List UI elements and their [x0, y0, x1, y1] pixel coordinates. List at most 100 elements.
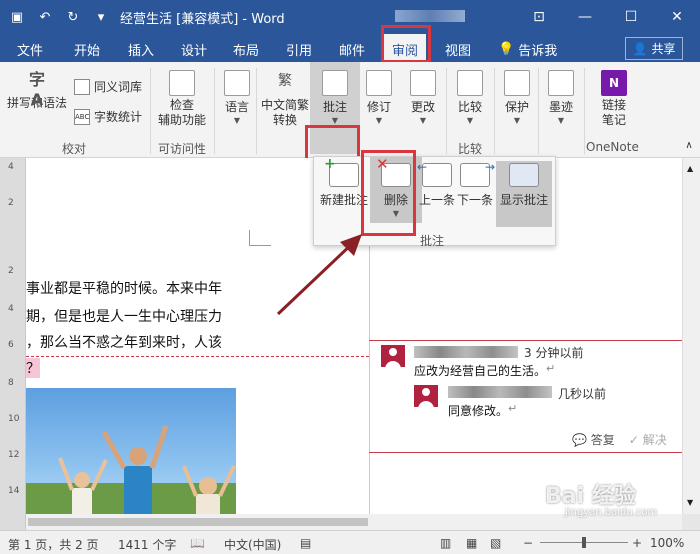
comments-label: 批注: [322, 100, 347, 114]
compare-button[interactable]: 比较 ▼: [454, 70, 486, 125]
group-separator: [538, 68, 539, 154]
delete-comment-icon: ✕: [376, 155, 411, 187]
chinese-conversion-icon: 繁: [278, 73, 292, 89]
group-label-compare: 比较: [458, 142, 483, 156]
collapse-ribbon-icon[interactable]: ∧: [682, 140, 696, 151]
word-count-button[interactable]: ABC 字数统计: [74, 108, 142, 125]
show-comments-label: 显示批注: [499, 193, 548, 207]
status-bar: 第 1 页，共 2 页 1411 个字 📖 中文(中国) ▤ ▥ ▦ ▧ − +…: [0, 530, 700, 554]
customize-icon[interactable]: ▾: [92, 8, 110, 26]
web-layout-icon[interactable]: ▧: [490, 536, 501, 550]
protect-button[interactable]: 保护 ▼: [502, 70, 532, 125]
comment-text[interactable]: 同意修改。: [448, 402, 508, 419]
zoom-level[interactable]: 100%: [650, 536, 684, 550]
redo-icon[interactable]: ↻: [64, 8, 82, 26]
page-count[interactable]: 第 1 页，共 2 页: [8, 536, 99, 553]
print-layout-icon[interactable]: ▦: [466, 536, 477, 550]
comment-actions: 💬 答复 ✓ 解决: [572, 431, 667, 448]
tell-me-label: 告诉我: [518, 44, 558, 59]
minimize-icon[interactable]: —: [562, 0, 608, 34]
changes-button[interactable]: 更改 ▼: [408, 70, 438, 125]
document-line-commented: ？: [26, 358, 40, 378]
title-bar: ▣ ↶ ↻ ▾ 经营生活 [兼容模式] - Word ⊡ — ☐ ✕: [0, 0, 700, 34]
document-photo[interactable]: [26, 388, 236, 514]
tab-layout[interactable]: 布局: [233, 40, 259, 59]
zoom-in-icon[interactable]: +: [632, 536, 642, 550]
tab-review[interactable]: 审阅: [384, 34, 427, 62]
tab-references[interactable]: 引用: [286, 40, 312, 59]
read-mode-icon[interactable]: ▥: [440, 536, 451, 550]
comments-button[interactable]: 批注 ▼: [310, 62, 360, 154]
chinese-conversion-button[interactable]: 繁 中文简繁 转换: [258, 70, 312, 128]
quick-access-toolbar: ▣ ↶ ↻ ▾: [8, 8, 110, 26]
word-count[interactable]: 1411 个字: [118, 536, 176, 553]
macro-icon[interactable]: ▤: [300, 536, 311, 550]
show-comments-button[interactable]: 显示批注: [496, 161, 552, 227]
resolve-button[interactable]: ✓ 解决: [629, 431, 667, 448]
close-icon[interactable]: ✕: [654, 0, 700, 34]
word-count-icon: ABC: [74, 108, 90, 125]
scroll-down-icon[interactable]: ▼: [687, 498, 693, 507]
language-status[interactable]: 中文(中国): [224, 536, 281, 553]
delete-comment-label: 删除: [383, 193, 408, 207]
maximize-icon[interactable]: ☐: [608, 0, 654, 34]
document-line: ，那么当不惑之年到来时，人该: [26, 335, 222, 351]
tab-mailings[interactable]: 邮件: [339, 40, 365, 59]
delete-comment-button[interactable]: ✕ 删除 ▼: [370, 155, 422, 223]
tab-view[interactable]: 视图: [445, 40, 471, 59]
comment-time: 3 分钟以前: [524, 346, 584, 360]
paragraph-mark-icon: ↵: [546, 362, 556, 375]
chevron-down-icon: ▼: [513, 116, 521, 125]
share-button[interactable]: 👤 共享: [625, 37, 683, 60]
group-separator: [584, 68, 585, 154]
tab-home[interactable]: 开始: [74, 40, 100, 59]
language-button[interactable]: 语言 ▼: [220, 70, 254, 125]
proofing-icon[interactable]: 📖: [190, 536, 205, 550]
changes-icon: [410, 70, 436, 96]
ruler-mark: 6: [8, 340, 14, 350]
zoom-out-icon[interactable]: −: [523, 536, 533, 550]
chevron-down-icon: ▼: [419, 116, 427, 125]
new-comment-button[interactable]: + 新建批注: [318, 156, 370, 208]
linked-notes-button[interactable]: N 链接 笔记: [592, 70, 636, 128]
ruler-mark: 10: [8, 414, 20, 424]
ruler-mark: 8: [8, 378, 14, 388]
vertical-scrollbar[interactable]: ▲ ▼: [682, 158, 700, 514]
account-name-blurred: [395, 10, 465, 22]
previous-comment-icon: ←: [417, 160, 452, 187]
tracking-label: 修订: [366, 100, 391, 114]
document-line: 事业都是平稳的时候。本来中年: [26, 281, 222, 297]
tab-design[interactable]: 设计: [181, 40, 207, 59]
spelling-icon: 字A: [28, 70, 45, 109]
ribbon-display-icon[interactable]: ⊡: [516, 0, 562, 34]
tab-insert[interactable]: 插入: [128, 40, 154, 59]
ink-button[interactable]: 墨迹 ▼: [546, 70, 576, 125]
scroll-up-icon[interactable]: ▲: [687, 164, 693, 173]
baidu-watermark: Bai 经验: [545, 484, 636, 509]
group-separator: [214, 68, 215, 154]
ruler-mark: 2: [8, 198, 14, 208]
comment-text[interactable]: 应改为经营自己的生活。: [414, 362, 546, 379]
thesaurus-button[interactable]: 同义词库: [74, 78, 142, 95]
undo-icon[interactable]: ↶: [36, 8, 54, 26]
avatar: [381, 345, 405, 367]
ribbon-review: 字A 拼写和语法 同义词库 ABC 字数统计 校对 检查 辅助功能 可访问性 语…: [0, 62, 700, 215]
chevron-down-icon: ▼: [466, 116, 474, 125]
next-comment-icon: →: [460, 160, 495, 187]
check-accessibility-button[interactable]: 检查 辅助功能: [156, 70, 208, 128]
avatar: [414, 385, 438, 407]
next-comment-button[interactable]: → 下一条: [456, 160, 495, 208]
tell-me-box[interactable]: 💡 告诉我: [498, 40, 557, 59]
group-label-onenote: OneNote: [586, 140, 639, 154]
group-separator: [150, 68, 151, 154]
scroll-thumb[interactable]: [28, 518, 368, 526]
tracking-button[interactable]: 修订 ▼: [364, 70, 394, 125]
track-changes-icon: [366, 70, 392, 96]
compare-icon: [457, 70, 483, 96]
tab-file[interactable]: 文件: [17, 40, 43, 59]
previous-comment-button[interactable]: ← 上一条: [417, 160, 456, 208]
reply-button[interactable]: 💬 答复: [572, 431, 615, 448]
save-icon[interactable]: ▣: [8, 8, 26, 26]
spelling-grammar-button[interactable]: 字A 拼写和语法: [6, 66, 68, 111]
zoom-slider-thumb[interactable]: [582, 537, 586, 548]
